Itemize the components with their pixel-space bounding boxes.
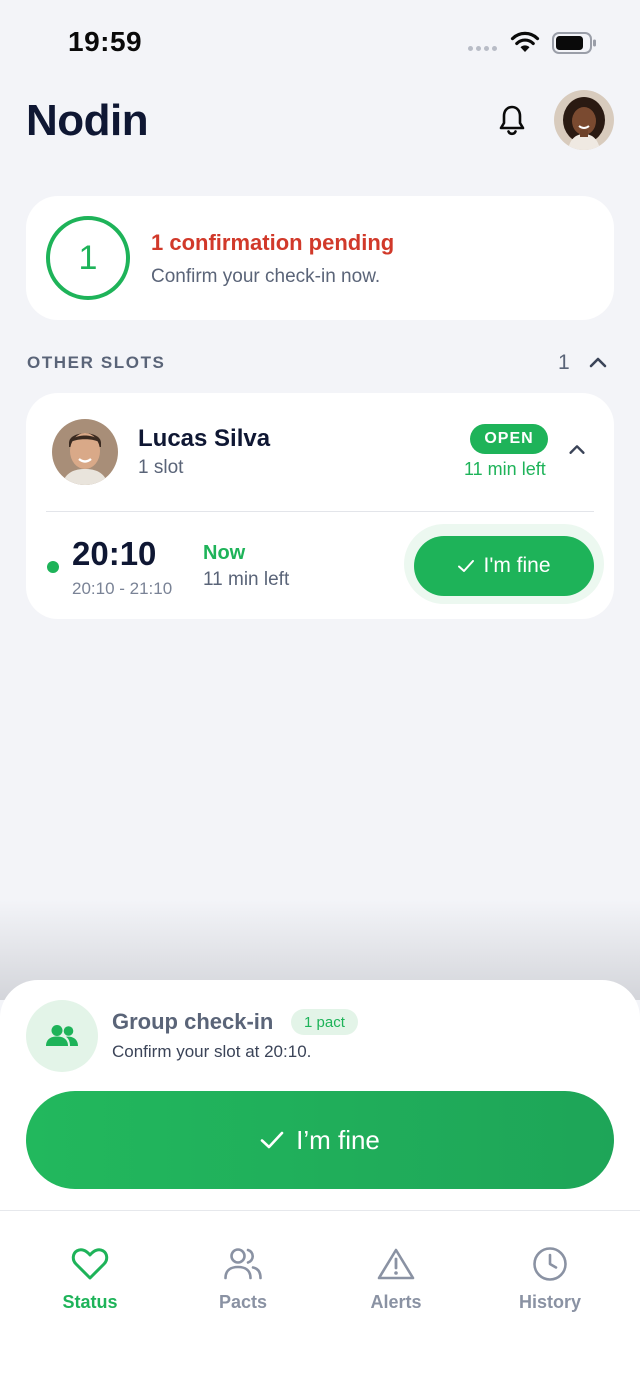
clock-icon	[533, 1247, 567, 1281]
other-slots-label: OTHER SLOTS	[27, 353, 166, 372]
other-slots-count: 1	[558, 351, 570, 374]
group-icon-badge	[26, 1000, 98, 1072]
check-icon	[260, 1131, 284, 1149]
warning-icon	[377, 1248, 415, 1280]
pending-title: 1 confirmation pending	[151, 230, 395, 255]
nav-divider	[0, 1210, 640, 1211]
chevron-up-icon[interactable]	[566, 439, 588, 461]
profile-avatar[interactable]	[554, 90, 614, 150]
im-fine-button[interactable]: I'm fine	[414, 536, 594, 596]
slot-card: Lucas Silva 1 slot OPEN 11 min left 20:1…	[26, 393, 614, 619]
bell-icon	[499, 105, 525, 136]
pending-count-ring: 1	[46, 216, 130, 300]
users-icon	[224, 1248, 262, 1280]
battery-icon	[552, 32, 596, 54]
nav-item-status[interactable]: Status	[30, 1244, 150, 1313]
signal-icon	[468, 46, 497, 51]
status-time: 19:59	[68, 26, 143, 57]
bottom-nav: Status Pacts Alerts History	[0, 1230, 640, 1330]
profile-photo	[554, 90, 614, 150]
nav-item-alerts[interactable]: Alerts	[336, 1244, 456, 1313]
badge-time-left: 11 min left	[464, 459, 546, 479]
contact-name: Lucas Silva	[138, 425, 271, 452]
group-checkin-title: Group check-in	[112, 1009, 274, 1034]
pact-count-badge: 1 pact	[291, 1009, 358, 1035]
im-fine-label: I'm fine	[483, 554, 551, 577]
contact-avatar	[52, 419, 118, 485]
slot-range: 20:10 - 21:10	[72, 579, 173, 598]
nav-item-pacts[interactable]: Pacts	[183, 1244, 303, 1313]
divider	[46, 511, 594, 512]
contact-slot-count: 1 slot	[138, 457, 184, 478]
check-icon	[458, 560, 475, 572]
live-indicator	[47, 561, 59, 573]
nav-label-status: Status	[62, 1292, 118, 1312]
slot-status: Now	[203, 542, 246, 564]
pending-confirmation-card[interactable]: 1 1 confirmation pending Confirm your ch…	[26, 196, 614, 320]
status-badge: OPEN	[470, 424, 548, 454]
slot-time: 20:10	[72, 535, 157, 572]
nav-label-history: History	[518, 1292, 581, 1312]
nav-label-alerts: Alerts	[370, 1292, 422, 1312]
nav-label-pacts: Pacts	[218, 1292, 268, 1312]
app-title: Nodin	[26, 96, 149, 145]
group-checkin-subtitle: Confirm your slot at 20:10.	[112, 1042, 312, 1061]
nav-item-history[interactable]: History	[490, 1244, 610, 1313]
chevron-up-icon[interactable]	[586, 351, 610, 375]
group-im-fine-label: I’m fine	[296, 1124, 380, 1155]
wifi-icon	[510, 31, 540, 52]
group-im-fine-button[interactable]: I’m fine	[26, 1091, 614, 1189]
heart-icon	[71, 1248, 109, 1280]
contact-photo	[52, 419, 118, 485]
group-icon	[46, 1025, 78, 1046]
pending-subtitle: Confirm your check-in now.	[151, 266, 381, 287]
notifications-button[interactable]	[494, 100, 530, 140]
status-bar: 19:59	[0, 0, 640, 80]
slot-time-left: 11 min left	[203, 569, 290, 590]
